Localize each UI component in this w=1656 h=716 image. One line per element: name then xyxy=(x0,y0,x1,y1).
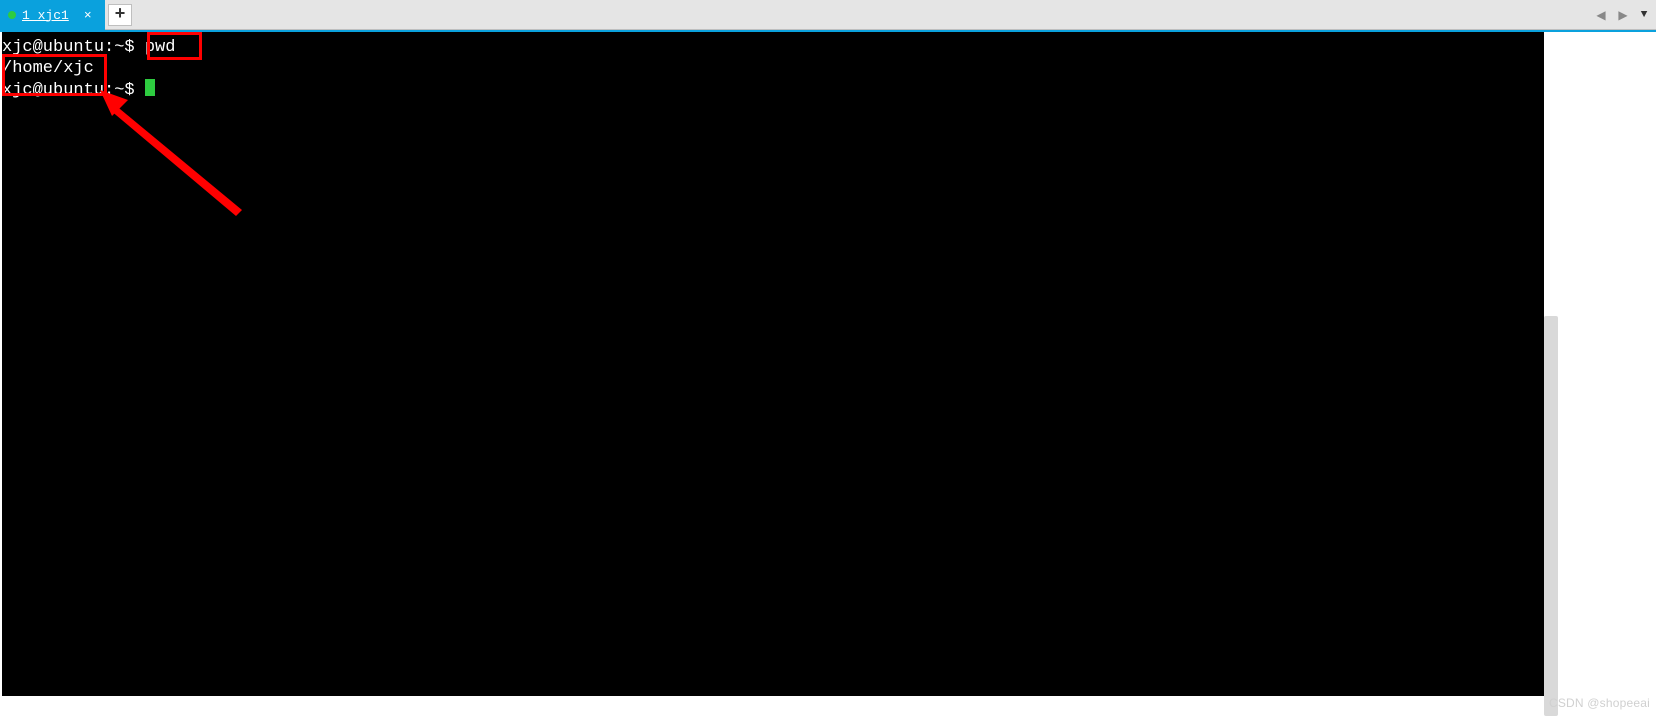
output-text: /home/xjc xyxy=(2,59,94,78)
plus-icon: + xyxy=(115,5,126,25)
prev-tab-icon[interactable]: ◀ xyxy=(1592,6,1610,24)
terminal-cursor-icon xyxy=(145,79,155,96)
terminal-line-2: /home/xjc xyxy=(2,58,1544,79)
terminal-container: xjc@ubuntu:~$ pwd /home/xjc xjc@ubuntu:~… xyxy=(0,30,1656,714)
tabbar-right-controls: ◀ ▶ ▼ xyxy=(1592,0,1652,30)
prompt-text: xjc@ubuntu:~$ xyxy=(2,38,135,57)
terminal-line-1: xjc@ubuntu:~$ pwd xyxy=(2,37,1544,58)
annotation-arrow-icon xyxy=(92,82,252,222)
tab-bar: 1 xjc1 × + ◀ ▶ ▼ xyxy=(0,0,1656,30)
connection-status-dot-icon xyxy=(8,11,16,19)
vertical-scrollbar[interactable] xyxy=(1544,316,1558,716)
close-tab-icon[interactable]: × xyxy=(81,8,95,22)
next-tab-icon[interactable]: ▶ xyxy=(1614,6,1632,24)
tabs-dropdown-icon[interactable]: ▼ xyxy=(1636,9,1652,21)
new-tab-button[interactable]: + xyxy=(108,4,132,26)
tab-xjc1[interactable]: 1 xjc1 × xyxy=(0,0,105,30)
tab-label: 1 xjc1 xyxy=(22,8,69,23)
command-text: pwd xyxy=(145,38,176,57)
terminal-line-3: xjc@ubuntu:~$ xyxy=(2,79,1544,101)
terminal[interactable]: xjc@ubuntu:~$ pwd /home/xjc xjc@ubuntu:~… xyxy=(2,32,1544,696)
watermark-text: CSDN @shopeeai xyxy=(1549,696,1650,710)
scrollbar-thumb[interactable] xyxy=(1544,316,1558,716)
prompt-text: xjc@ubuntu:~$ xyxy=(2,81,135,100)
